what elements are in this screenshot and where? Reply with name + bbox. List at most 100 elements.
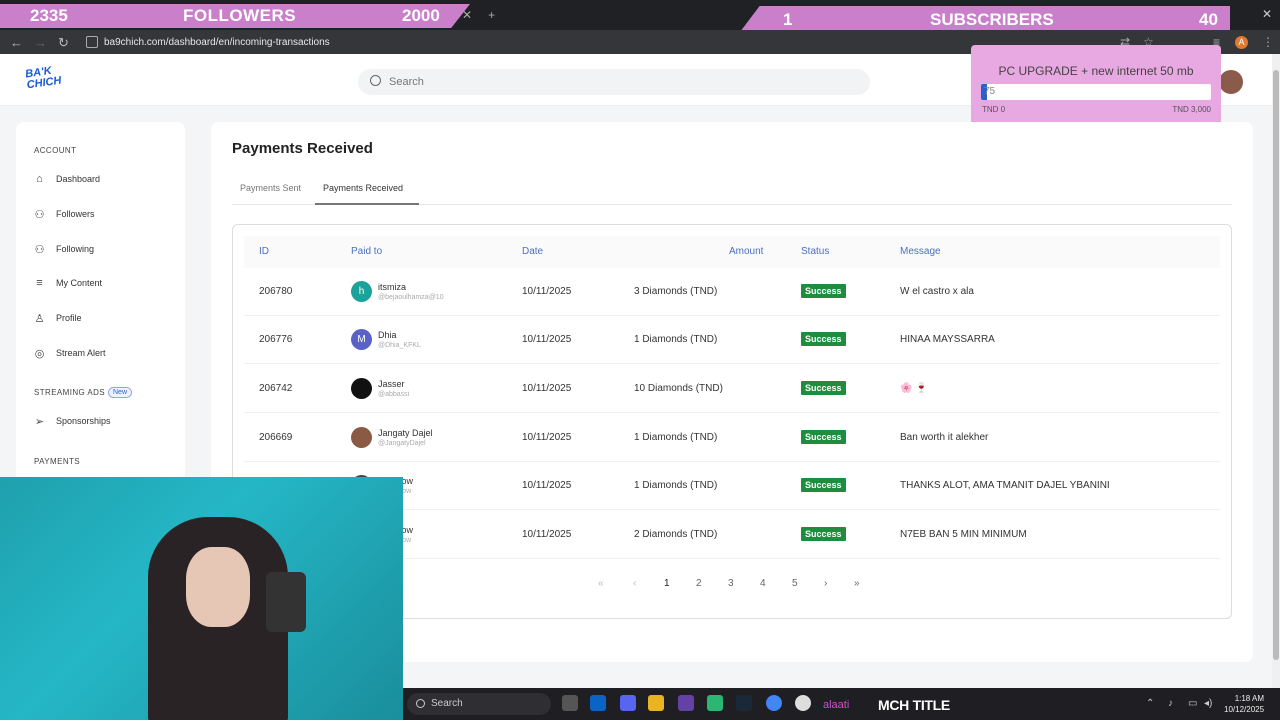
pagination-prev[interactable]: ‹: [633, 578, 636, 589]
column-header-amount[interactable]: Amount: [729, 246, 763, 257]
tray-chevron-icon[interactable]: ⌃: [1146, 698, 1154, 709]
subscribers-label: SUBSCRIBERS: [930, 10, 1054, 29]
table-row[interactable]: [244, 365, 1220, 413]
goal-progress-value: 75: [984, 86, 996, 97]
sidebar-item-label: Stream Alert: [56, 348, 106, 358]
cell-user-handle: @JangatyDajel: [378, 440, 426, 447]
webcam-overlay: [0, 477, 403, 720]
sidebar-item-sponsorships[interactable]: ➢ Sponsorships: [33, 412, 178, 430]
search-icon: [416, 699, 425, 708]
status-badge: Success: [801, 527, 846, 541]
taskbar-search[interactable]: Search: [407, 693, 551, 715]
cell-id: 206669: [259, 432, 293, 443]
cell-date: 10/11/2025: [522, 529, 572, 540]
sidebar-item-following[interactable]: ⚇ Following: [33, 240, 178, 258]
url-text[interactable]: ba9chich.com/dashboard/en/incoming-trans…: [104, 37, 330, 48]
cell-user-name[interactable]: itsmiza: [378, 282, 406, 292]
cell-user-handle: @Dhia_KFKL: [378, 342, 421, 349]
pagination-page-3[interactable]: 3: [728, 578, 734, 589]
app-icon[interactable]: [795, 695, 811, 711]
tab-payments-received[interactable]: Payments Received: [323, 183, 403, 193]
network-icon[interactable]: ▭: [1188, 698, 1197, 709]
pagination-page-2[interactable]: 2: [696, 578, 702, 589]
column-header-date[interactable]: Date: [522, 246, 543, 257]
sidebar-item-stream-alert[interactable]: ◎ Stream Alert: [33, 344, 178, 362]
cell-id: 206776: [259, 334, 293, 345]
list-icon: ≡: [36, 277, 43, 289]
sidebar-item-label: Profile: [56, 313, 82, 323]
pagination-page-5[interactable]: 5: [792, 578, 798, 589]
cell-user-name[interactable]: Jangaty Dajel: [378, 428, 433, 438]
user-avatar[interactable]: [351, 427, 372, 448]
followers-goal: 2000: [402, 6, 440, 25]
status-badge: Success: [801, 430, 846, 444]
cell-user-handle: @bejaoulhamza@10: [378, 294, 444, 301]
cell-amount: 1 Diamonds (TND): [634, 334, 718, 345]
volume-icon[interactable]: ◂): [1204, 698, 1212, 709]
pagination-page-1[interactable]: 1: [664, 578, 670, 589]
user-avatar[interactable]: [351, 378, 372, 399]
table-row[interactable]: [244, 414, 1220, 462]
table-row[interactable]: [244, 268, 1220, 316]
forward-icon[interactable]: →: [34, 35, 47, 50]
tab-strip[interactable]: ✕ +: [462, 8, 511, 22]
streamer-face: [186, 547, 250, 627]
column-header-id[interactable]: ID: [259, 246, 269, 257]
reload-icon[interactable]: ↻: [58, 35, 69, 51]
taskbar-clock[interactable]: 1:18 AM 10/12/2025: [1224, 693, 1264, 715]
column-header-message[interactable]: Message: [900, 246, 941, 257]
browser-menu-icon[interactable]: ⋮: [1262, 35, 1274, 49]
browser-profile-avatar[interactable]: A: [1235, 36, 1248, 49]
sidebar-section-account: ACCOUNT: [34, 146, 77, 155]
sidebar-item-profile[interactable]: ♙ Profile: [33, 309, 178, 327]
pagination-next[interactable]: ›: [824, 578, 827, 589]
sidebar-item-followers[interactable]: ⚇ Followers: [33, 205, 178, 223]
subscribers-goal: 40: [1199, 10, 1218, 29]
sidebar-item-label: My Content: [56, 278, 103, 288]
back-icon[interactable]: ←: [10, 35, 23, 50]
user-avatar[interactable]: h: [351, 281, 372, 302]
close-window-icon[interactable]: ✕: [1262, 7, 1272, 21]
site-info-icon[interactable]: [86, 36, 98, 48]
folder-icon[interactable]: [648, 695, 664, 711]
pagination-first[interactable]: «: [598, 578, 604, 589]
task-view-icon[interactable]: [562, 695, 578, 711]
search-input[interactable]: Search: [358, 69, 870, 95]
cell-amount: 3 Diamonds (TND): [634, 286, 718, 297]
tab-close-icon[interactable]: ✕: [462, 8, 472, 22]
scrollbar-thumb[interactable]: [1273, 70, 1279, 660]
pagination-page-4[interactable]: 4: [760, 578, 766, 589]
table-row[interactable]: [244, 316, 1220, 364]
sidebar-item-dashboard[interactable]: ⌂ Dashboard: [33, 170, 178, 188]
status-badge: Success: [801, 284, 846, 298]
discord-icon[interactable]: [620, 695, 636, 711]
taskbar-search-label: Search: [431, 698, 463, 709]
sidebar-section-payments: PAYMENTS: [34, 457, 81, 466]
status-badge: Success: [801, 478, 846, 492]
user-avatar[interactable]: [1219, 70, 1243, 94]
cell-amount: 2 Diamonds (TND): [634, 529, 718, 540]
overlay-title-text: MCH TITLE: [878, 697, 950, 713]
cell-user-name[interactable]: Jasser: [378, 379, 405, 389]
steam-icon[interactable]: [736, 695, 752, 711]
goal-progress-bar: 75: [981, 84, 1211, 100]
user-avatar[interactable]: M: [351, 329, 372, 350]
pagination-last[interactable]: »: [854, 578, 860, 589]
cell-user-name[interactable]: Dhia: [378, 330, 397, 340]
mic-tray-icon[interactable]: ♪: [1168, 698, 1173, 709]
chrome-icon[interactable]: [766, 695, 782, 711]
followers-goal-overlay: 2335 FOLLOWERS 2000: [0, 4, 470, 28]
app-icon[interactable]: [707, 695, 723, 711]
cell-date: 10/11/2025: [522, 480, 572, 491]
followers-label: FOLLOWERS: [183, 6, 297, 25]
column-header-paid-to[interactable]: Paid to: [351, 246, 382, 257]
search-icon: [370, 75, 381, 86]
column-header-status[interactable]: Status: [801, 246, 829, 257]
cell-message: W el castro x ala: [900, 286, 974, 297]
sidebar-item-my-content[interactable]: ≡ My Content: [33, 274, 178, 292]
subscribers-goal-overlay: 1 SUBSCRIBERS 40: [740, 6, 1230, 32]
tab-payments-sent[interactable]: Payments Sent: [240, 183, 301, 193]
twitch-icon[interactable]: [678, 695, 694, 711]
new-tab-icon[interactable]: +: [488, 8, 495, 22]
outlook-icon[interactable]: [590, 695, 606, 711]
